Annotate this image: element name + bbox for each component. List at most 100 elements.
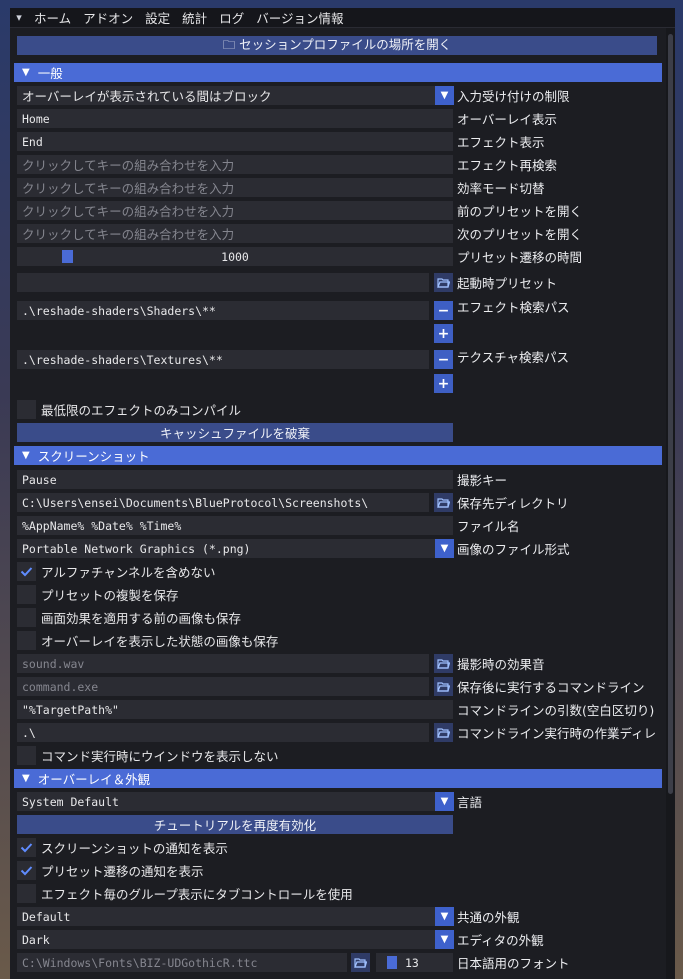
command-args-label: コマンドラインの引数(空白区切り) (457, 703, 655, 718)
section-general-header[interactable]: ▼ 一般 (14, 63, 662, 82)
section-overlay-header[interactable]: ▼ オーバーレイ＆外観 (14, 769, 662, 788)
hide-window-checkbox[interactable] (17, 746, 36, 765)
no-alpha-checkbox[interactable] (17, 562, 36, 581)
remove-path-button[interactable]: − (434, 301, 453, 320)
command-input[interactable]: command.exe (17, 677, 429, 696)
save-before-checkbox[interactable] (17, 608, 36, 627)
dropdown-arrow-icon[interactable]: ▼ (435, 539, 454, 558)
command-label: 保存後に実行するコマンドライン (457, 680, 645, 695)
folder-open-icon[interactable] (434, 273, 453, 292)
dropdown-arrow-icon[interactable]: ▼ (435, 907, 454, 926)
sound-input[interactable]: sound.wav (17, 654, 429, 673)
screenshot-key-label: 撮影キー (457, 473, 508, 488)
notify-preset-label: プリセット遷移の通知を表示 (41, 864, 204, 879)
screenshot-dir-input[interactable]: C:\Users\ensei\Documents\BlueProtocol\Sc… (17, 493, 429, 512)
language-label: 言語 (457, 795, 483, 810)
editor-theme-label: エディタの外観 (457, 933, 544, 948)
reenable-tutorial-button[interactable]: チュートリアルを再度有効化 (17, 815, 453, 834)
notify-preset-checkbox[interactable] (17, 861, 36, 880)
theme-label: 共通の外観 (457, 910, 520, 925)
tab-control-checkbox[interactable] (17, 884, 36, 903)
font-size-value: 13 (405, 955, 419, 970)
save-preset-checkbox[interactable] (17, 585, 36, 604)
tab-control-label: エフェクト毎のグループ表示にタブコントロールを使用 (41, 887, 353, 902)
collapse-triangle-icon: ▼ (22, 773, 30, 784)
menu-statistics[interactable]: 統計 (176, 8, 213, 27)
open-session-profile-button[interactable]: 🗀 セッションプロファイルの場所を開く (17, 36, 657, 55)
collapse-triangle-icon: ▼ (22, 67, 30, 78)
next-preset-key-input[interactable]: クリックしてキーの組み合わせを入力 (17, 224, 453, 243)
block-input-select[interactable]: オーバーレイが表示されている間はブロック (17, 86, 435, 105)
theme-select[interactable]: Default (17, 907, 435, 926)
menu-about[interactable]: バージョン情報 (250, 8, 349, 27)
workdir-input[interactable]: .\ (17, 723, 429, 742)
font-path-input[interactable]: C:\Windows\Fonts\BIZ-UDGothicR.ttc (17, 953, 347, 972)
effect-key-input[interactable]: End (17, 132, 453, 151)
font-label: 日本語用のフォント (457, 956, 570, 971)
effect-path-label: エフェクト検索パス (457, 300, 570, 315)
menu-log[interactable]: ログ (213, 8, 250, 27)
folder-open-icon[interactable] (434, 723, 453, 742)
texture-path-input[interactable]: .\reshade-shaders\Textures\** (17, 350, 429, 369)
next-preset-key-label: 次のプリセットを開く (457, 227, 583, 242)
section-overlay-title: オーバーレイ＆外観 (37, 772, 151, 787)
notify-screenshot-checkbox[interactable] (17, 838, 36, 857)
startup-preset-label: 起動時プリセット (457, 276, 558, 291)
dropdown-arrow-icon[interactable]: ▼ (435, 792, 454, 811)
folder-open-icon[interactable] (434, 654, 453, 673)
screenshot-name-label: ファイル名 (457, 519, 520, 534)
save-preset-label: プリセットの複製を保存 (41, 588, 179, 603)
checkmark-icon (20, 866, 33, 876)
section-general-title: 一般 (37, 66, 63, 81)
menu-bar: ▾ ホーム アドオン 設定 統計 ログ バージョン情報 (10, 8, 675, 28)
section-screenshot-header[interactable]: ▼ スクリーンショット (14, 446, 662, 465)
reload-key-label: エフェクト再検索 (457, 158, 558, 173)
section-screenshot-title: スクリーンショット (37, 449, 150, 464)
workdir-label: コマンドライン実行時の作業ディレ (457, 726, 657, 741)
scrollbar-thumb[interactable] (668, 34, 673, 794)
scrollbar[interactable] (666, 28, 675, 979)
folder-open-icon[interactable] (434, 493, 453, 512)
language-select[interactable]: System Default (17, 792, 435, 811)
sound-label: 撮影時の効果音 (457, 657, 545, 672)
collapse-triangle-icon: ▼ (22, 450, 30, 461)
slider-grab[interactable] (387, 956, 397, 969)
menu-settings[interactable]: 設定 (139, 8, 176, 27)
font-size-slider[interactable]: 13 (376, 953, 453, 972)
overlay-key-input[interactable]: Home (17, 109, 453, 128)
texture-path-label: テクスチャ検索パス (457, 350, 570, 365)
transition-slider[interactable]: 1000 (17, 247, 453, 266)
transition-label: プリセット遷移の時間 (457, 250, 583, 265)
compile-min-checkbox[interactable] (17, 400, 36, 419)
folder-open-icon[interactable] (434, 677, 453, 696)
editor-theme-select[interactable]: Dark (17, 930, 435, 949)
remove-texture-path-button[interactable]: − (434, 350, 453, 369)
effect-path-input[interactable]: .\reshade-shaders\Shaders\** (17, 301, 429, 320)
startup-preset-input[interactable] (17, 273, 429, 292)
overlay-key-label: オーバーレイ表示 (457, 112, 557, 127)
window-collapse-icon[interactable]: ▾ (10, 11, 28, 24)
folder-open-icon[interactable] (351, 953, 370, 972)
menu-home[interactable]: ホーム (28, 8, 77, 27)
screenshot-format-select[interactable]: Portable Network Graphics (*.png) (17, 539, 435, 558)
settings-panel: 🗀 セッションプロファイルの場所を開く ▼ 一般 オーバーレイが表示されている間… (10, 28, 675, 979)
dropdown-arrow-icon[interactable]: ▼ (435, 86, 454, 105)
checkmark-icon (20, 843, 33, 853)
command-args-input[interactable]: "%TargetPath%" (17, 700, 453, 719)
compile-min-label: 最低限のエフェクトのみコンパイル (41, 403, 242, 418)
prev-preset-key-input[interactable]: クリックしてキーの組み合わせを入力 (17, 201, 453, 220)
perf-mode-key-input[interactable]: クリックしてキーの組み合わせを入力 (17, 178, 453, 197)
save-before-label: 画面効果を適用する前の画像も保存 (41, 611, 242, 626)
no-alpha-label: アルファチャンネルを含めない (41, 565, 216, 580)
save-overlay-checkbox[interactable] (17, 631, 36, 650)
dropdown-arrow-icon[interactable]: ▼ (435, 930, 454, 949)
save-overlay-label: オーバーレイを表示した状態の画像も保存 (41, 634, 279, 649)
screenshot-key-input[interactable]: Pause (17, 470, 453, 489)
checkmark-icon (20, 567, 33, 577)
clear-cache-button[interactable]: キャッシュファイルを破棄 (17, 423, 453, 442)
reload-key-input[interactable]: クリックしてキーの組み合わせを入力 (17, 155, 453, 174)
screenshot-name-input[interactable]: %AppName% %Date% %Time% (17, 516, 453, 535)
add-path-button[interactable]: + (434, 324, 453, 343)
menu-addons[interactable]: アドオン (77, 8, 139, 27)
add-texture-path-button[interactable]: + (434, 374, 453, 393)
